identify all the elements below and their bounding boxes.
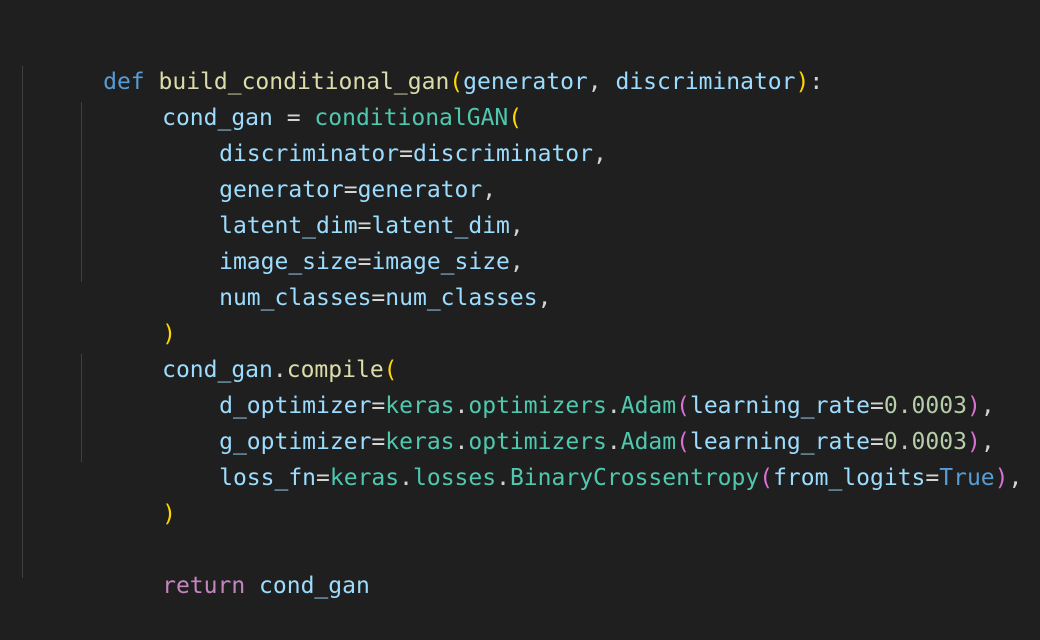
code-line-return: return cond_gan [20, 532, 1022, 599]
code-line-arg: latent_dim=latent_dim, [219, 213, 524, 239]
return-keyword: return [162, 573, 246, 599]
code-line-arg: image_size=image_size, [219, 249, 524, 275]
code-line-arg: generator=generator, [219, 177, 497, 203]
code-block[interactable]: def build_conditional_gan(generator, dis… [20, 28, 1023, 599]
code-line-close-paren: ) [162, 321, 176, 347]
code-editor[interactable]: def build_conditional_gan(generator, dis… [0, 0, 1040, 599]
code-line-close-paren: ) [162, 501, 176, 527]
code-line-arg: num_classes=num_classes, [219, 285, 552, 311]
code-line-compile-arg: loss_fn=keras.losses.BinaryCrossentropy(… [219, 465, 1023, 491]
code-line-arg: discriminator=discriminator, [219, 141, 607, 167]
code-line-def: def build_conditional_gan(generator, dis… [103, 69, 824, 95]
code-line-compile: cond_gan.compile( [162, 357, 398, 383]
code-line-assign: cond_gan = conditionalGAN( [162, 105, 523, 131]
code-line-compile-arg: d_optimizer=keras.optimizers.Adam(learni… [219, 393, 995, 419]
return-value: cond_gan [259, 573, 370, 599]
code-line-compile-arg: g_optimizer=keras.optimizers.Adam(learni… [219, 429, 995, 455]
